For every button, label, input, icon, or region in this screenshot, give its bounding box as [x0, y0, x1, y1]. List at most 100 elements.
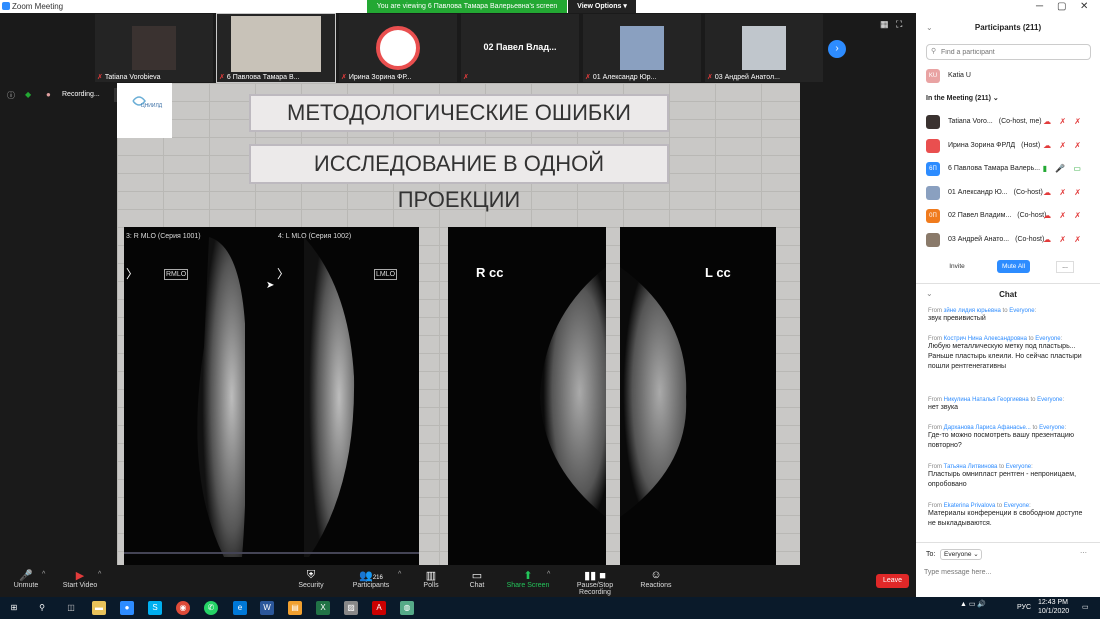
- taskbar-app-icon-2[interactable]: ▨: [344, 601, 358, 615]
- participant-row[interactable]: 01 Александр Ю... (Co-host) ☁ ✗ ✗: [926, 184, 1096, 204]
- participant-status-icons[interactable]: ☁ ✗ ✗: [1043, 141, 1084, 150]
- edge-icon[interactable]: e: [233, 601, 247, 615]
- meeting-toolbar: 🎤 Unmute ^ ▶ Start Video ^ ⛨ Security 👥216 P…: [0, 565, 916, 597]
- leave-button[interactable]: Leave: [876, 574, 909, 588]
- zoom-app-icon[interactable]: ●: [120, 601, 134, 615]
- whatsapp-icon[interactable]: ✆: [204, 601, 218, 615]
- participant-row[interactable]: Tatiana Voro... (Co-host, me) ☁ ✗ ✗: [926, 113, 1096, 133]
- excel-icon[interactable]: X: [316, 601, 330, 615]
- word-icon[interactable]: W: [260, 601, 274, 615]
- pause-recording-button[interactable]: ▮▮ ■ Pause/Stop Recording: [560, 569, 630, 596]
- avatar: [926, 115, 940, 129]
- reactions-button[interactable]: ☺ Reactions: [638, 569, 674, 589]
- close-icon[interactable]: ✕: [1080, 1, 1088, 12]
- taskbar-app-icon[interactable]: ▤: [288, 601, 302, 615]
- video-options-icon[interactable]: ^: [98, 571, 101, 578]
- search-icon: ⚲: [931, 48, 937, 55]
- participant-status-icons[interactable]: ▮ 🎤 ▭: [1043, 164, 1084, 173]
- send-to-label: To:: [926, 551, 936, 558]
- participant-status-icons[interactable]: ☁ ✗ ✗: [1043, 211, 1084, 220]
- avatar: KU: [926, 69, 940, 83]
- chat-button[interactable]: ▭ Chat: [466, 569, 488, 589]
- share-options-icon[interactable]: ^: [547, 571, 550, 578]
- participants-count: 216: [372, 575, 383, 581]
- chat-input[interactable]: [924, 566, 1090, 578]
- file-explorer-icon[interactable]: ▬: [92, 601, 106, 615]
- mute-all-button[interactable]: Mute All: [997, 260, 1030, 273]
- start-video-label: Start Video: [62, 582, 98, 589]
- next-page-arrow-icon[interactable]: ›: [828, 40, 846, 58]
- participant-row[interactable]: Ирина Зорина ФРЛД (Host) ☁ ✗ ✗: [926, 137, 1096, 157]
- unmute-button[interactable]: 🎤 Unmute: [11, 569, 41, 589]
- invite-button[interactable]: Invite: [942, 261, 972, 273]
- avatar: [926, 185, 940, 200]
- reactions-label: Reactions: [640, 582, 672, 589]
- view-layout-icons[interactable]: ▦ ⛶: [880, 19, 902, 30]
- chat-label: Chat: [469, 582, 485, 589]
- start-video-button[interactable]: ▶ Start Video: [60, 569, 100, 589]
- in-meeting-header[interactable]: In the Meeting (211) ⌄: [926, 94, 999, 102]
- video-tile[interactable]: ✗ 01 Александр Юр...: [583, 14, 701, 82]
- pdf-icon[interactable]: A: [372, 601, 386, 615]
- chat-title: Chat: [999, 290, 1017, 299]
- participants-options-icon[interactable]: ^: [398, 571, 401, 578]
- chrome-icon[interactable]: ◉: [176, 601, 190, 615]
- shield-icon[interactable]: ◆: [25, 90, 31, 99]
- waiting-participant[interactable]: KU Katia U: [926, 67, 1096, 87]
- share-screen-button[interactable]: ⬆ Share Screen: [506, 569, 550, 589]
- clock-time[interactable]: 12:43 PM: [1038, 599, 1068, 606]
- security-button[interactable]: ⛨ Security: [295, 569, 327, 589]
- chat-recipient: Everyone: [1009, 308, 1035, 314]
- side-panel: ⌄ Participants (211) ⚲ KU Katia U In the…: [916, 13, 1100, 597]
- polls-button[interactable]: ▥ Polls: [420, 569, 442, 589]
- mlo-xray-panel: 3: R MLO (Серия 1001) 4: L MLO (Серия 10…: [124, 227, 419, 565]
- to-label: to: [1030, 397, 1036, 403]
- minimize-icon[interactable]: ─: [1036, 1, 1043, 12]
- taskbar-search-icon[interactable]: ⚲: [35, 601, 49, 615]
- tile-name: ✗ 03 Андрей Анатол...: [707, 73, 819, 81]
- info-icon[interactable]: ⓘ: [7, 90, 15, 101]
- participant-row[interactable]: 6П 6 Павлова Тамара Валерь... ▮ 🎤 ▭: [926, 160, 1096, 180]
- chat-message: From зйне лидия юрьевна to Everyone: звук…: [928, 308, 1088, 324]
- video-tile[interactable]: 02 Павел Влад... ✗: [461, 14, 579, 82]
- avatar: 0П: [926, 209, 940, 223]
- participant-status-icons[interactable]: ☁ ✗ ✗: [1043, 117, 1084, 126]
- tray-icons[interactable]: ▲ ▭ 🔊: [960, 600, 986, 608]
- taskbar-app-icon-3[interactable]: ◍: [400, 601, 414, 615]
- participant-search[interactable]: ⚲: [926, 44, 1091, 60]
- chat-text: Где-то можно посмотреть вашу презентацию…: [928, 432, 1074, 449]
- participant-role: (Host): [1021, 141, 1041, 149]
- participant-name: 01 Александр Ю... (Co-host): [948, 189, 1043, 196]
- task-view-icon[interactable]: ◫: [64, 601, 78, 615]
- audio-options-icon[interactable]: ^: [42, 571, 45, 578]
- notifications-icon[interactable]: ▭: [1082, 603, 1089, 611]
- chat-text: Материалы конференции в свободном доступ…: [928, 510, 1083, 527]
- skype-icon[interactable]: S: [148, 601, 162, 615]
- clock-date[interactable]: 10/1/2020: [1038, 608, 1069, 615]
- participant-name: 6 Павлова Тамара Валерь...: [948, 165, 1046, 172]
- mic-muted-icon: ✗: [219, 74, 225, 81]
- video-tile[interactable]: ✗ 6 Павлова Тамара В...: [216, 13, 336, 83]
- chat-more-icon[interactable]: ⋯: [1080, 549, 1087, 557]
- tile-name-text: 03 Андрей Анатол...: [714, 74, 780, 81]
- language-indicator[interactable]: РУС: [1017, 604, 1031, 611]
- unmute-label: Unmute: [13, 582, 39, 589]
- participants-button[interactable]: 👥216 Participants: [350, 569, 392, 589]
- view-options-button[interactable]: View Options ▾: [568, 0, 636, 13]
- video-tile[interactable]: ✗ Ирина Зорина ФР...: [339, 14, 457, 82]
- participant-row[interactable]: 03 Андрей Анато... (Co-host) ☁ ✗ ✗: [926, 231, 1096, 251]
- participant-role: (Co-host): [1017, 212, 1047, 219]
- send-to-select[interactable]: Everyone ⌄: [940, 549, 982, 560]
- participant-row[interactable]: 0П 02 Павел Владим... (Co-host) ☁ ✗ ✗: [926, 207, 1096, 227]
- video-tile[interactable]: ✗ 03 Андрей Анатол...: [705, 14, 823, 82]
- chat-recipient: Everyone: [1037, 397, 1063, 403]
- participant-search-input[interactable]: [941, 46, 1086, 58]
- participant-status-icons[interactable]: ☁ ✗ ✗: [1043, 188, 1084, 197]
- participant-status-icons[interactable]: ☁ ✗ ✗: [1043, 235, 1084, 244]
- windows-start-icon[interactable]: ⊞: [7, 601, 21, 615]
- participant-role: (Co-host): [1013, 188, 1043, 196]
- video-tile[interactable]: ✗ Tatiana Vorobieva: [95, 14, 213, 82]
- more-button[interactable]: ...: [1056, 261, 1074, 273]
- maximize-icon[interactable]: ▢: [1057, 1, 1066, 12]
- zoom-logo-icon: [2, 2, 10, 10]
